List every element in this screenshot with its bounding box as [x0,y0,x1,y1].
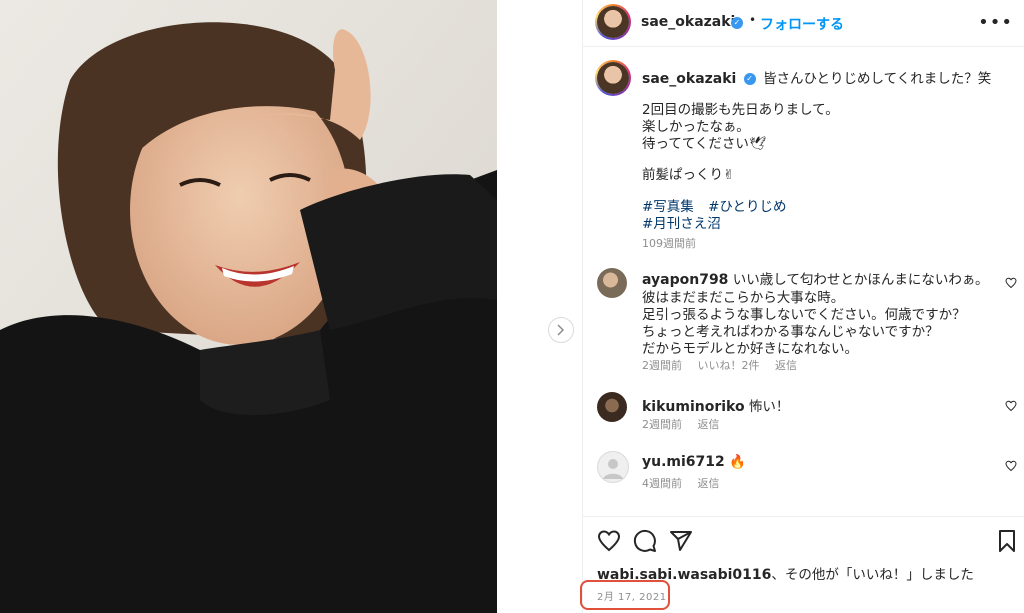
comment-username[interactable]: kikuminoriko [642,399,745,415]
comment-text: だからモデルとか好きになれない。 [642,341,858,357]
comment-timestamp[interactable]: 2週間前 [642,359,682,372]
follow-button[interactable]: フォローする [760,14,844,34]
comment-timestamp[interactable]: 4週間前 [642,477,682,490]
comment-avatar[interactable] [597,268,627,298]
comment-text: 🔥 [729,454,746,470]
caption-username[interactable]: sae_okazaki [642,71,736,87]
reply-button[interactable]: 返信 [698,418,720,431]
post-detail-panel: sae_okazaki ✓ • フォローする ••• sae_okazaki ✓… [580,0,1024,613]
share-icon[interactable] [669,529,693,553]
comment-text: 怖い！ [748,399,790,415]
bookmark-icon[interactable] [995,529,1019,553]
comment-username[interactable]: yu.mi6712 [642,454,725,470]
heart-icon[interactable] [1005,277,1017,289]
comment-avatar[interactable] [597,392,627,422]
caption-timestamp[interactable]: 109週間前 [642,235,696,251]
hashtag-link[interactable]: #月刊さえ沼 [642,216,721,232]
like-heart-icon[interactable] [597,529,621,553]
post-photo[interactable] [0,0,497,613]
post-header: sae_okazaki ✓ • フォローする ••• [583,0,1024,47]
reply-button[interactable]: 返信 [698,477,720,490]
liked-by-rest[interactable]: 、その他が「いいね！」しました [771,567,974,583]
separator-dot: • [749,13,757,27]
header-username[interactable]: sae_okazaki [641,14,735,30]
verified-icon: ✓ [731,17,743,29]
more-options-icon[interactable]: ••• [978,12,1013,33]
chevron-right-icon[interactable] [548,317,574,343]
heart-icon[interactable] [1005,460,1017,472]
avatar[interactable] [595,4,631,40]
heart-icon[interactable] [1005,400,1017,412]
reply-button[interactable]: 返信 [775,359,797,372]
comment-timestamp[interactable]: 2週間前 [642,418,682,431]
caption-text-line5: 前髪ぱっくり✌︎ [642,167,735,183]
default-avatar-icon[interactable] [597,451,629,483]
verified-icon: ✓ [743,73,756,85]
comment-likes[interactable]: いいね！2件 [698,359,760,372]
comment-icon[interactable] [633,529,657,553]
caption-text-line4: 待っててください🕊 [642,136,767,152]
caption-avatar[interactable] [595,60,631,96]
caption-text-line1: 皆さんひとりじめしてくれました？笑 [762,71,992,87]
portrait-image [0,0,497,613]
post-date[interactable]: 2月 17, 2021 [597,588,667,603]
action-bar [583,516,1024,563]
carousel-gap [497,0,581,613]
